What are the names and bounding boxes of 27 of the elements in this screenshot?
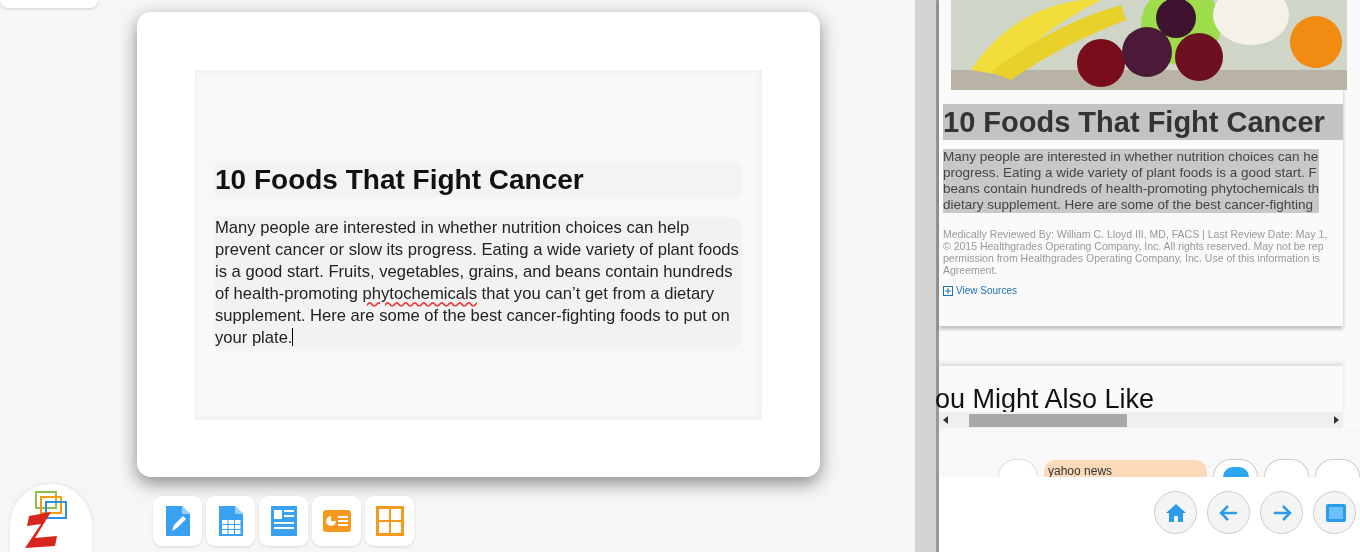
review-note-line: Agreement. [943, 264, 999, 276]
summary-line: progress. Eating a wide variety of plant foods is a good start. F [943, 165, 1318, 181]
text-document-icon[interactable] [259, 496, 308, 546]
review-note-line: Medically Reviewed By: William C. Lloyd III, MD, FACS | Last Review Date: May 1, [943, 228, 1329, 240]
document-title[interactable]: 10 Foods That Fight Cancer [215, 163, 742, 197]
horizontal-scrollbar[interactable] [939, 412, 1343, 428]
section-heading: ou Might Also Like [935, 383, 1155, 412]
article-title: 10 Foods That Fight Cancer [943, 104, 1343, 140]
summary-line: Many people are interested in whether nutrition choices can he [943, 149, 1319, 165]
home-button[interactable] [1154, 491, 1197, 534]
scroll-left-icon[interactable] [943, 416, 948, 424]
summary-line: beans contain hundreds of health-promoting phytochemicals th [943, 181, 1319, 197]
grid-icon[interactable] [365, 496, 414, 546]
expand-icon[interactable] [943, 285, 953, 296]
presentation-icon[interactable] [312, 496, 361, 546]
scroll-right-icon[interactable] [1334, 416, 1339, 424]
document-edit-icon[interactable] [153, 496, 202, 546]
document-paragraph[interactable]: Many people are interested in whether nutrition choices can help prevent cancer or slow its progress. Eating a wide variety of plant foods is a good start. Fruits, vegetables, grains, and beans contain hundreds of health-promoting phytochemicals that you can’t get from a dietary supplement. Here are some of the best cancer-fighting foods to put on your plate. [215, 217, 742, 349]
summary-line: dietary supplement. Here are some of the best cancer-fighting [943, 197, 1314, 213]
window-button[interactable] [1313, 491, 1356, 534]
review-note-line: permission from Healthgrades Operating Company, Inc. Use of this information is [943, 252, 1321, 264]
search-chip[interactable]: yahoo news [1044, 460, 1207, 477]
view-sources-link[interactable]: View Sources [956, 285, 1017, 296]
forward-button[interactable] [1260, 491, 1303, 534]
back-button[interactable] [1207, 491, 1250, 534]
spreadsheet-icon[interactable] [206, 496, 255, 546]
review-note-line: © 2015 Healthgrades Operating Company, Inc. All rights reserved. May not be rep [943, 240, 1325, 252]
